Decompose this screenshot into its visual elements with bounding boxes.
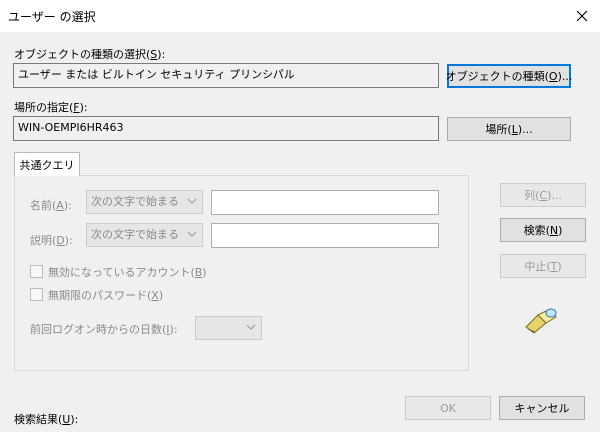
location-field: WIN-OEMPI6HR463 (13, 116, 439, 141)
search-results-label: 検索結果(U): (14, 413, 79, 426)
search-flashlight-icon (525, 308, 557, 334)
name-input[interactable] (211, 190, 439, 215)
location-label: 場所の指定(F): (14, 101, 88, 114)
stop-button[interactable]: 中止(T) (500, 254, 586, 278)
description-label: 説明(D): (30, 234, 73, 247)
common-queries-panel: 名前(A): 次の文字で始まる 説明(D): 次の文字で始まる 無効になっている… (14, 175, 469, 371)
name-condition-select[interactable]: 次の文字で始まる (86, 190, 203, 214)
non-expiring-password-checkbox[interactable] (30, 288, 43, 301)
disabled-accounts-checkbox[interactable] (30, 265, 43, 278)
title-bar: ユーザー の選択 (0, 0, 600, 32)
object-type-field: ユーザー または ビルトイン セキュリティ プリンシパル (13, 63, 439, 88)
tab-common-queries[interactable]: 共通クエリ (14, 152, 80, 176)
cancel-button[interactable]: キャンセル (499, 396, 585, 420)
days-since-logon-select[interactable] (195, 316, 262, 340)
object-type-label: オブジェクトの種類の選択(S): (14, 48, 166, 61)
disabled-accounts-label: 無効になっているアカウント(B) (48, 266, 207, 279)
search-button[interactable]: 検索(N) (500, 218, 586, 242)
non-expiring-password-label: 無期限のパスワード(X) (48, 289, 164, 302)
chevron-down-icon (246, 324, 256, 330)
days-since-logon-label: 前回ログオン時からの日数(I): (30, 323, 178, 336)
ok-button[interactable]: OK (405, 396, 491, 420)
locations-button[interactable]: 場所(L)... (447, 117, 571, 141)
close-button[interactable] (570, 4, 594, 28)
chevron-down-icon (187, 198, 197, 204)
window-title: ユーザー の選択 (8, 10, 96, 24)
close-icon (576, 10, 588, 22)
columns-button[interactable]: 列(C)... (500, 183, 586, 207)
description-input[interactable] (211, 223, 439, 248)
name-label: 名前(A): (30, 199, 72, 212)
description-condition-select[interactable]: 次の文字で始まる (86, 223, 203, 247)
chevron-down-icon (187, 231, 197, 237)
object-types-button[interactable]: オブジェクトの種類(O)... (446, 64, 572, 88)
